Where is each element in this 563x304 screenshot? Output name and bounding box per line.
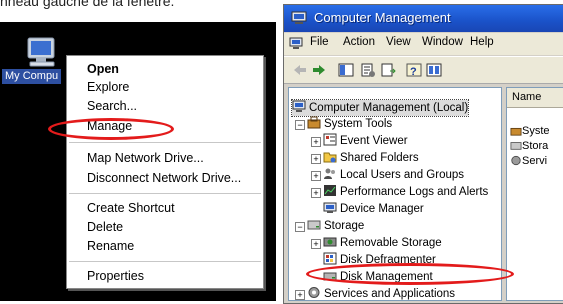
window-title: Computer Management: [314, 10, 451, 25]
menu-action[interactable]: Action: [343, 36, 375, 48]
show-hide-tree-icon[interactable]: [338, 62, 354, 78]
tree-item-computer-management[interactable]: Computer Management (Local): [290, 99, 470, 117]
forward-arrow-icon[interactable]: [311, 62, 327, 78]
menu-file[interactable]: File: [310, 36, 329, 48]
menu-item-delete[interactable]: Delete: [87, 218, 123, 236]
expand-toggle-icon[interactable]: +: [311, 188, 321, 198]
instruction-caption: nneau gauche de la fenêtre.: [0, 0, 175, 9]
menu-separator: [69, 261, 261, 262]
tree-item-label: Computer Management (Local): [309, 102, 469, 114]
menu-item-create-shortcut[interactable]: Create Shortcut: [87, 199, 175, 217]
menu-separator: [69, 193, 261, 194]
disk-defragmenter-icon: [323, 252, 337, 265]
tree-item-label: Performance Logs and Alerts: [340, 186, 489, 198]
tree-item-event-viewer[interactable]: Event Viewer: [323, 133, 408, 149]
removable-storage-icon: [323, 237, 337, 247]
collapse-toggle-icon[interactable]: −: [295, 120, 305, 130]
tree-item-device-manager[interactable]: Device Manager: [323, 201, 424, 217]
tree-item-label: Storage: [324, 220, 365, 232]
computer-management-icon: [291, 11, 307, 24]
list-item[interactable]: Syste: [510, 124, 550, 138]
tree-item-label: Device Manager: [340, 203, 424, 215]
toolbar: ?: [284, 56, 563, 84]
tree-item-removable-storage[interactable]: Removable Storage: [323, 235, 442, 251]
list-item[interactable]: Servi: [510, 154, 547, 168]
expand-toggle-icon[interactable]: +: [295, 290, 305, 300]
users-icon: [324, 168, 335, 179]
window-titlebar[interactable]: Computer Management: [284, 5, 563, 32]
computer-management-window: Computer Management File Action View Win…: [283, 4, 563, 304]
tree-item-label: Shared Folders: [340, 152, 419, 164]
menu-item-map-network-drive[interactable]: Map Network Drive...: [87, 149, 204, 167]
expand-toggle-icon[interactable]: +: [311, 154, 321, 164]
manage-highlight-ring: [48, 118, 174, 140]
disk-management-highlight-ring: [306, 263, 514, 285]
column-header[interactable]: Name: [507, 88, 563, 108]
my-computer-icon[interactable]: [24, 36, 60, 68]
tree-item-label: Event Viewer: [340, 135, 408, 147]
tree-item-local-users-groups[interactable]: Local Users and Groups: [323, 167, 464, 183]
tree-item-storage[interactable]: Storage: [307, 218, 364, 234]
column-name-label: Name: [512, 91, 542, 103]
tree-item-shared-folders[interactable]: Shared Folders: [323, 150, 419, 166]
expand-toggle-icon[interactable]: +: [311, 239, 321, 249]
performance-icon: [324, 185, 336, 196]
collapse-toggle-icon[interactable]: −: [295, 222, 305, 232]
menu-item-open[interactable]: Open: [87, 60, 119, 78]
list-item-label: Stora: [522, 140, 549, 152]
details-pane: Name Syste Stora Servi: [506, 87, 563, 301]
services-icon: [308, 287, 320, 298]
menu-bar: File Action View Window Help: [284, 33, 563, 55]
tree-item-performance-logs[interactable]: Performance Logs and Alerts: [323, 184, 488, 200]
menu-item-search[interactable]: Search...: [87, 97, 137, 115]
menu-item-explore[interactable]: Explore: [87, 78, 129, 96]
services-icon: [511, 155, 521, 166]
computer-management-icon: [292, 100, 306, 112]
list-item[interactable]: Stora: [510, 139, 548, 153]
my-computer-label[interactable]: My Compu: [2, 69, 62, 84]
menu-separator: [69, 142, 261, 143]
storage-icon: [510, 142, 522, 150]
menu-view[interactable]: View: [386, 36, 411, 48]
menu-item-rename[interactable]: Rename: [87, 237, 134, 255]
list-item-label: Syste: [522, 125, 550, 137]
tree-item-label: Removable Storage: [340, 237, 442, 249]
storage-icon: [307, 220, 321, 230]
menu-help[interactable]: Help: [470, 36, 494, 48]
device-manager-icon: [323, 202, 337, 213]
menu-window[interactable]: Window: [422, 36, 463, 48]
view-icon[interactable]: [426, 62, 442, 78]
list-item-label: Servi: [522, 155, 548, 167]
event-viewer-icon: [323, 133, 337, 146]
menu-item-properties[interactable]: Properties: [87, 267, 144, 285]
tree-item-label: Local Users and Groups: [340, 169, 465, 181]
properties-icon[interactable]: [360, 62, 376, 78]
tree-item-label: System Tools: [324, 118, 393, 130]
tree-item-system-tools[interactable]: System Tools: [307, 116, 392, 132]
toolbox-icon: [307, 116, 321, 129]
help-icon[interactable]: ?: [406, 62, 422, 78]
tree-item-label: Services and Applications: [324, 288, 456, 300]
tree-item-services-applications[interactable]: Services and Applications: [307, 286, 455, 302]
svg-text:?: ?: [410, 66, 417, 78]
expand-toggle-icon[interactable]: +: [311, 171, 321, 181]
menu-item-disconnect-network-drive[interactable]: Disconnect Network Drive...: [87, 169, 241, 187]
back-arrow-icon[interactable]: [292, 62, 308, 78]
export-list-icon[interactable]: [380, 62, 396, 78]
shared-folder-icon: [323, 152, 337, 163]
toolbox-icon: [510, 127, 522, 136]
context-menu: Open Explore Search... Manage Map Networ…: [66, 55, 264, 289]
expand-toggle-icon[interactable]: +: [311, 137, 321, 147]
system-menu-icon[interactable]: [289, 37, 303, 50]
